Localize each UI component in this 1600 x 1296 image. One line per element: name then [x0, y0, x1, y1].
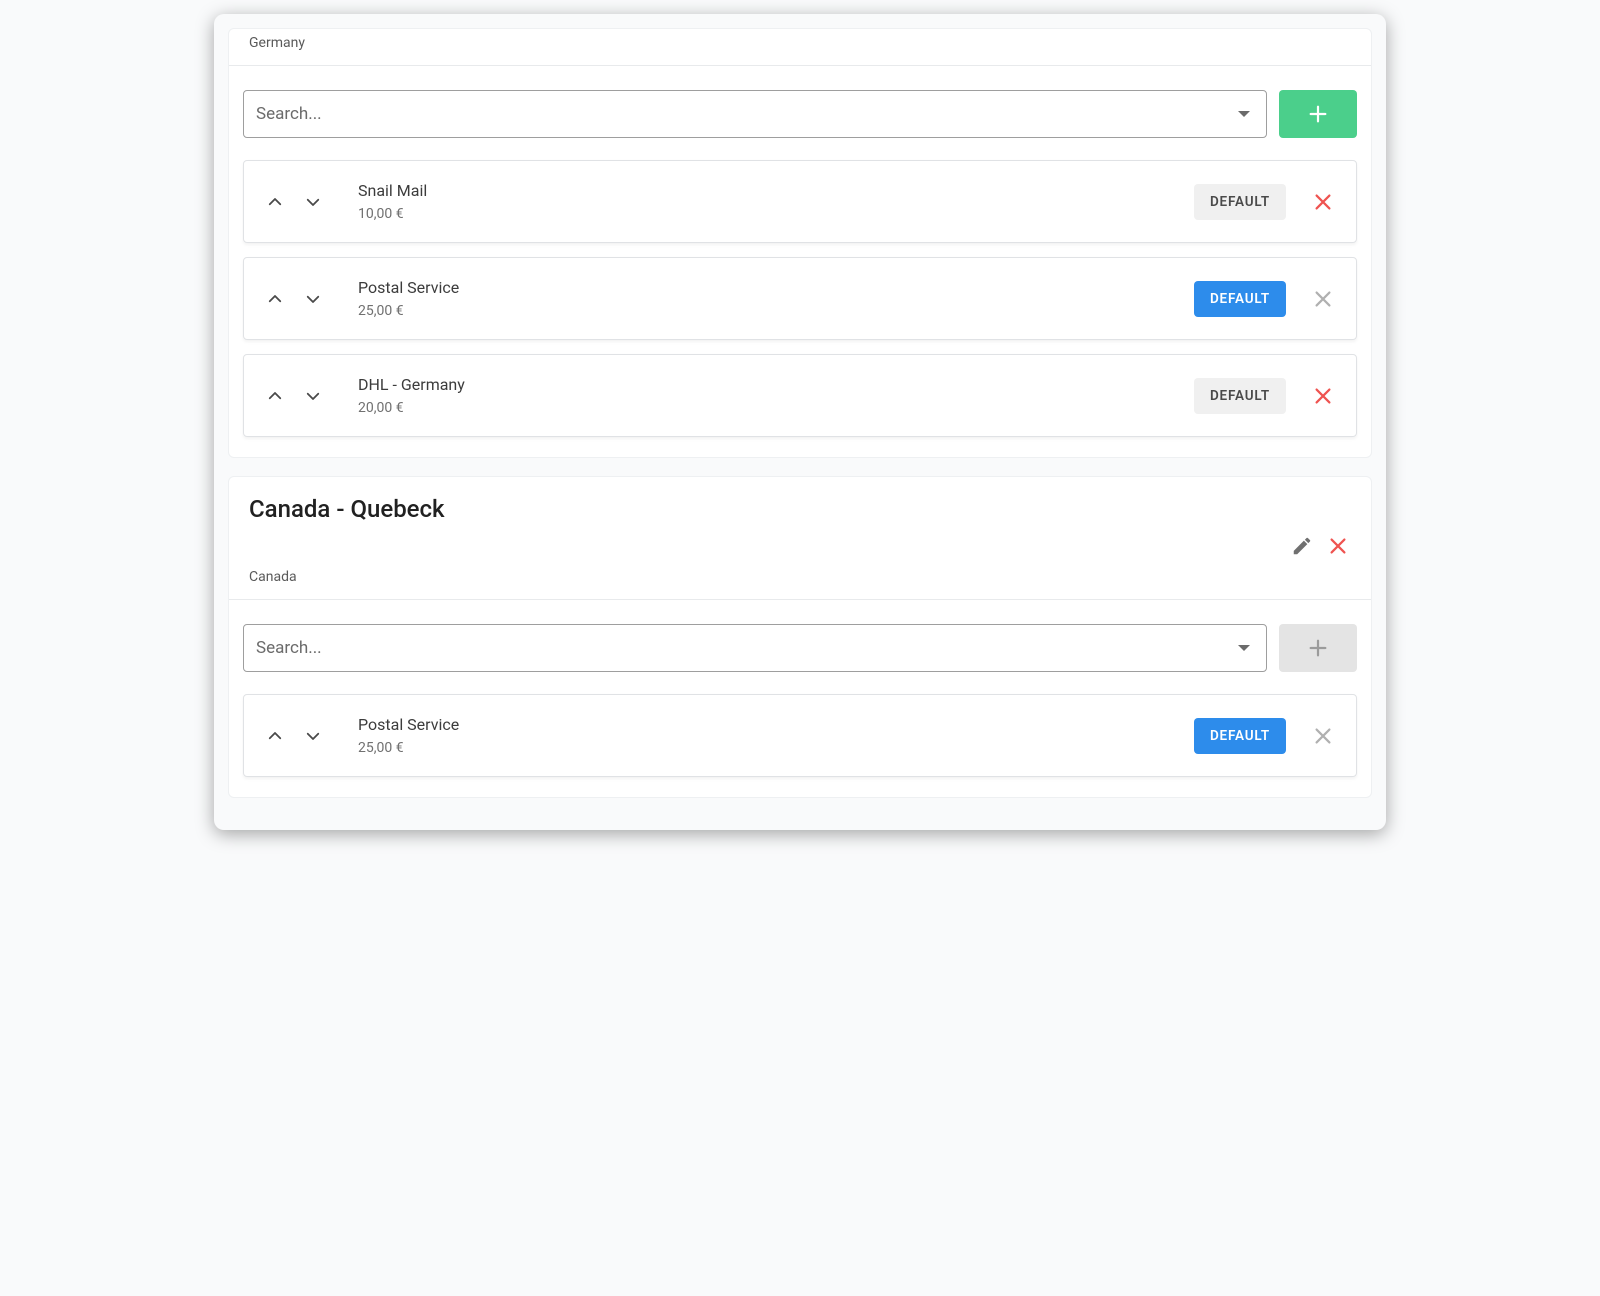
zone-country-label: Germany [229, 29, 1371, 65]
chevron-up-icon [266, 290, 284, 308]
method-name: DHL - Germany [358, 375, 1194, 394]
close-icon [1312, 288, 1334, 310]
order-controls [266, 290, 322, 308]
edit-zone-button[interactable] [1291, 535, 1313, 557]
move-up-button[interactable] [266, 290, 284, 308]
add-button[interactable] [1279, 90, 1357, 138]
search-placeholder: Search... [256, 638, 1238, 658]
move-down-button[interactable] [304, 727, 322, 745]
method-info: Postal Service 25,00 € [358, 278, 1194, 319]
zone-country-label: Canada [229, 563, 1371, 599]
method-price: 20,00 € [358, 400, 1194, 416]
shipping-method-row: DHL - Germany 20,00 € DEFAULT [243, 354, 1357, 437]
add-button [1279, 624, 1357, 672]
method-price: 25,00 € [358, 303, 1194, 319]
chevron-down-icon [1238, 645, 1250, 651]
shipping-method-row: Postal Service 25,00 € DEFAULT [243, 694, 1357, 777]
shipping-method-row: Snail Mail 10,00 € DEFAULT [243, 160, 1357, 243]
delete-zone-button[interactable] [1327, 535, 1349, 557]
remove-method-button[interactable] [1312, 191, 1334, 213]
zone-header: Canada - Quebeck [229, 477, 1371, 537]
set-default-button[interactable]: DEFAULT [1194, 184, 1286, 220]
method-list: Postal Service 25,00 € DEFAULT [229, 684, 1371, 797]
chevron-down-icon [304, 290, 322, 308]
chevron-up-icon [266, 727, 284, 745]
method-list: Snail Mail 10,00 € DEFAULT [229, 150, 1371, 457]
set-default-button[interactable]: DEFAULT [1194, 281, 1286, 317]
close-icon [1312, 385, 1334, 407]
set-default-button[interactable]: DEFAULT [1194, 378, 1286, 414]
search-row: Search... [229, 66, 1371, 150]
method-price: 10,00 € [358, 206, 1194, 222]
close-icon [1312, 725, 1334, 747]
order-controls [266, 727, 322, 745]
plus-icon [1307, 637, 1329, 659]
method-name: Snail Mail [358, 181, 1194, 200]
pencil-icon [1291, 535, 1313, 557]
chevron-up-icon [266, 193, 284, 211]
order-controls [266, 193, 322, 211]
chevron-down-icon [304, 727, 322, 745]
plus-icon [1307, 103, 1329, 125]
set-default-button[interactable]: DEFAULT [1194, 718, 1286, 754]
shipping-zone-canada-quebeck: Canada - Quebeck Canada Search... [228, 476, 1372, 798]
move-up-button[interactable] [266, 387, 284, 405]
search-input[interactable]: Search... [243, 624, 1267, 672]
method-name: Postal Service [358, 715, 1194, 734]
remove-method-button[interactable] [1312, 288, 1334, 310]
shipping-method-row: Postal Service 25,00 € DEFAULT [243, 257, 1357, 340]
method-info: Snail Mail 10,00 € [358, 181, 1194, 222]
zone-actions [229, 535, 1371, 563]
shipping-zone-germany: Germany Search... [228, 28, 1372, 458]
method-info: Postal Service 25,00 € [358, 715, 1194, 756]
chevron-up-icon [266, 387, 284, 405]
order-controls [266, 387, 322, 405]
method-name: Postal Service [358, 278, 1194, 297]
remove-method-button[interactable] [1312, 385, 1334, 407]
chevron-down-icon [304, 387, 322, 405]
move-down-button[interactable] [304, 387, 322, 405]
method-price: 25,00 € [358, 740, 1194, 756]
move-up-button[interactable] [266, 193, 284, 211]
search-row: Search... [229, 600, 1371, 684]
search-input[interactable]: Search... [243, 90, 1267, 138]
move-up-button[interactable] [266, 727, 284, 745]
method-info: DHL - Germany 20,00 € [358, 375, 1194, 416]
remove-method-button[interactable] [1312, 725, 1334, 747]
shipping-zones-panel: Germany Search... [214, 14, 1386, 830]
move-down-button[interactable] [304, 290, 322, 308]
close-icon [1312, 191, 1334, 213]
close-icon [1327, 535, 1349, 557]
search-placeholder: Search... [256, 104, 1238, 124]
move-down-button[interactable] [304, 193, 322, 211]
chevron-down-icon [1238, 111, 1250, 117]
zone-title: Canada - Quebeck [249, 495, 1351, 523]
chevron-down-icon [304, 193, 322, 211]
